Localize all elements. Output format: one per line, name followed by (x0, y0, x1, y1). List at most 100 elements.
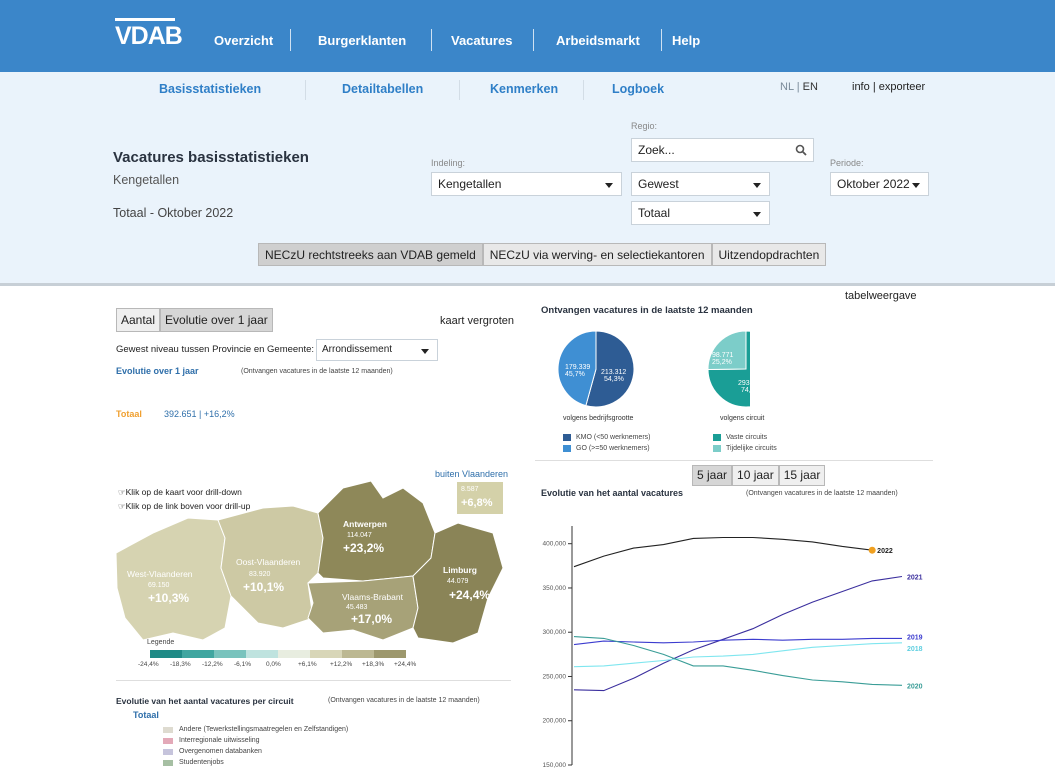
exporteer-link[interactable]: exporteer (879, 81, 925, 93)
chevron-down-icon (421, 349, 429, 354)
divider (535, 460, 933, 461)
tab-5-jaar[interactable]: 5 jaar (692, 465, 733, 486)
province-west-vlaanderen[interactable] (115, 517, 232, 641)
tab-aantal[interactable]: Aantal (116, 308, 161, 332)
totaal-select[interactable]: Totaal (631, 201, 770, 225)
language-switch: NL | EN (780, 81, 818, 93)
legend-swatch (163, 748, 173, 755)
line-chart-note: (Ontvangen vacatures in de laatste 12 ma… (746, 490, 898, 497)
y-tick-label: 400,000 (543, 541, 567, 548)
arrondissement-select[interactable]: Arrondissement (316, 339, 438, 361)
periode-label: Periode: (830, 158, 864, 168)
subnav-divider (583, 80, 584, 100)
pie2-caption: volgens circuit (720, 415, 765, 422)
series-line-2021[interactable] (573, 575, 903, 692)
search-icon[interactable] (795, 144, 807, 156)
tab-evolutie[interactable]: Evolutie over 1 jaar (160, 308, 273, 332)
top-navigation-bar: VDAB Overzicht Burgerklanten Vacatures A… (0, 0, 1055, 72)
circuit-legend-item[interactable]: Interregionale uitwisseling (163, 737, 260, 744)
pie-circuit (707, 330, 750, 408)
pie1-go-label: 179.339 45,7% (565, 364, 591, 378)
line-chart-title: Evolutie van het aantal vacatures (541, 488, 684, 498)
nav-divider (661, 29, 662, 51)
vdab-logo[interactable]: VDAB (115, 18, 183, 51)
pie2-vast-label: 293.880 74,8% (738, 380, 764, 394)
legend-color-step (150, 650, 182, 658)
pie2-tijdelijk-label: 98.771 25,2% (712, 352, 734, 366)
tabelweergave-link[interactable]: tabelweergave (845, 290, 917, 302)
nav-help[interactable]: Help (672, 33, 700, 48)
nav-overzicht[interactable]: Overzicht (214, 33, 273, 48)
legend-swatch (713, 434, 721, 441)
series-line-2018[interactable] (573, 642, 903, 668)
series-line-2020[interactable] (573, 636, 903, 686)
y-tick-label: 350,000 (543, 585, 567, 592)
legend-tick-label: -6,1% (234, 661, 251, 668)
nav-burgerklanten[interactable]: Burgerklanten (318, 33, 406, 48)
pies-title: Ontvangen vacatures in de laatste 12 maa… (541, 305, 753, 316)
circuit-legend-item[interactable]: Studentenjobs (163, 759, 224, 766)
subnav-basisstatistieken[interactable]: Basisstatistieken (159, 82, 261, 96)
source-button-uitzend[interactable]: Uitzendopdrachten (711, 243, 827, 266)
lang-en-link[interactable]: EN (803, 81, 818, 93)
kaart-vergroten-link[interactable]: kaart vergroten (440, 315, 514, 327)
map-pct-west-vlaanderen: +10,3% (148, 591, 190, 605)
page-subtitle: Kengetallen (113, 173, 180, 187)
line-chart: 150,000 200,000 250,000 300,000 350,000 400,0… (543, 526, 923, 769)
lang-nl-link[interactable]: NL (780, 81, 794, 93)
periode-select[interactable]: Oktober 2022 (830, 172, 929, 196)
subnav-logboek[interactable]: Logboek (612, 82, 664, 96)
series-endpoint-2022[interactable] (868, 546, 876, 554)
subnav-detailtabellen[interactable]: Detailtabellen (342, 82, 423, 96)
tab-15-jaar[interactable]: 15 jaar (778, 465, 826, 486)
nav-vacatures[interactable]: Vacatures (451, 33, 512, 48)
gewest-niveau-label: Gewest niveau tussen Provincie en Gemeen… (116, 344, 315, 355)
series-label-2021: 2021 (907, 574, 923, 581)
info-link[interactable]: info (852, 81, 870, 93)
series-label-2019: 2019 (907, 634, 923, 641)
subnav-kenmerken[interactable]: Kenmerken (490, 82, 558, 96)
pie1-legend-go[interactable]: GO (>=50 werknemers) (563, 445, 650, 452)
source-button-vdab[interactable]: NECzU rechtstreeks aan VDAB gemeld (258, 243, 483, 266)
header-panel: Basisstatistieken Detailtabellen Kenmerk… (0, 72, 1055, 286)
map-label-limburg: Limburg (443, 565, 477, 575)
nav-arbeidsmarkt[interactable]: Arbeidsmarkt (556, 33, 640, 48)
circuit-legend-item[interactable]: Andere (Tewerkstellingsmaatregelen en Ze… (163, 726, 348, 733)
circuit-note: (Ontvangen vacatures in de laatste 12 ma… (328, 697, 480, 704)
legend-swatch (563, 434, 571, 441)
map-label-vlaams-brabant: Vlaams-Brabant (342, 592, 403, 602)
regio-search-input[interactable]: Zoek... (631, 138, 814, 162)
chevron-down-icon (912, 183, 920, 188)
chevron-down-icon (605, 183, 613, 188)
legend-swatch (563, 445, 571, 452)
source-button-group: NECzU rechtstreeks aan VDAB gemeld NECzU… (258, 243, 827, 266)
series-label-2022: 2022 (877, 548, 893, 555)
chevron-down-icon (753, 183, 761, 188)
pie1-legend-kmo[interactable]: KMO (<50 werknemers) (563, 434, 651, 441)
series-line-2022[interactable] (573, 536, 873, 568)
map-pct-vlaams-brabant: +17,0% (351, 612, 393, 626)
series-label-2018: 2018 (907, 646, 923, 653)
circuit-title: Evolutie van het aantal vacatures per ci… (116, 696, 294, 706)
pie2-legend-vast[interactable]: Vaste circuits (713, 434, 767, 441)
series-line-2019[interactable] (573, 637, 902, 646)
province-oost-vlaanderen[interactable] (217, 505, 324, 629)
map-count-vlaams-brabant: 45.483 (346, 604, 368, 611)
legend-tick-label: -12,2% (202, 661, 223, 668)
map-legend-title: Legende (147, 639, 175, 646)
circuit-legend-item[interactable]: Overgenomen databanken (163, 748, 262, 755)
y-tick-label: 150,000 (543, 762, 567, 769)
year-range-tabs: 5 jaar 10 jaar 15 jaar (692, 465, 826, 486)
legend-tick-label: -18,3% (170, 661, 191, 668)
province-antwerpen[interactable] (317, 480, 436, 582)
y-tick-label: 250,000 (543, 673, 567, 680)
source-button-werving[interactable]: NECzU via werving- en selectiekantoren (482, 243, 712, 266)
regio-label: Regio: (631, 121, 658, 131)
gewest-select[interactable]: Gewest (631, 172, 770, 196)
pie2-legend-tijdelijk[interactable]: Tijdelijke circuits (713, 445, 777, 452)
indeling-select[interactable]: Kengetallen (431, 172, 622, 196)
totaal-value: 392.651 | +16,2% (164, 409, 235, 419)
map-pct-oost-vlaanderen: +10,1% (243, 580, 285, 594)
tab-10-jaar[interactable]: 10 jaar (732, 465, 779, 486)
divider (116, 680, 511, 681)
